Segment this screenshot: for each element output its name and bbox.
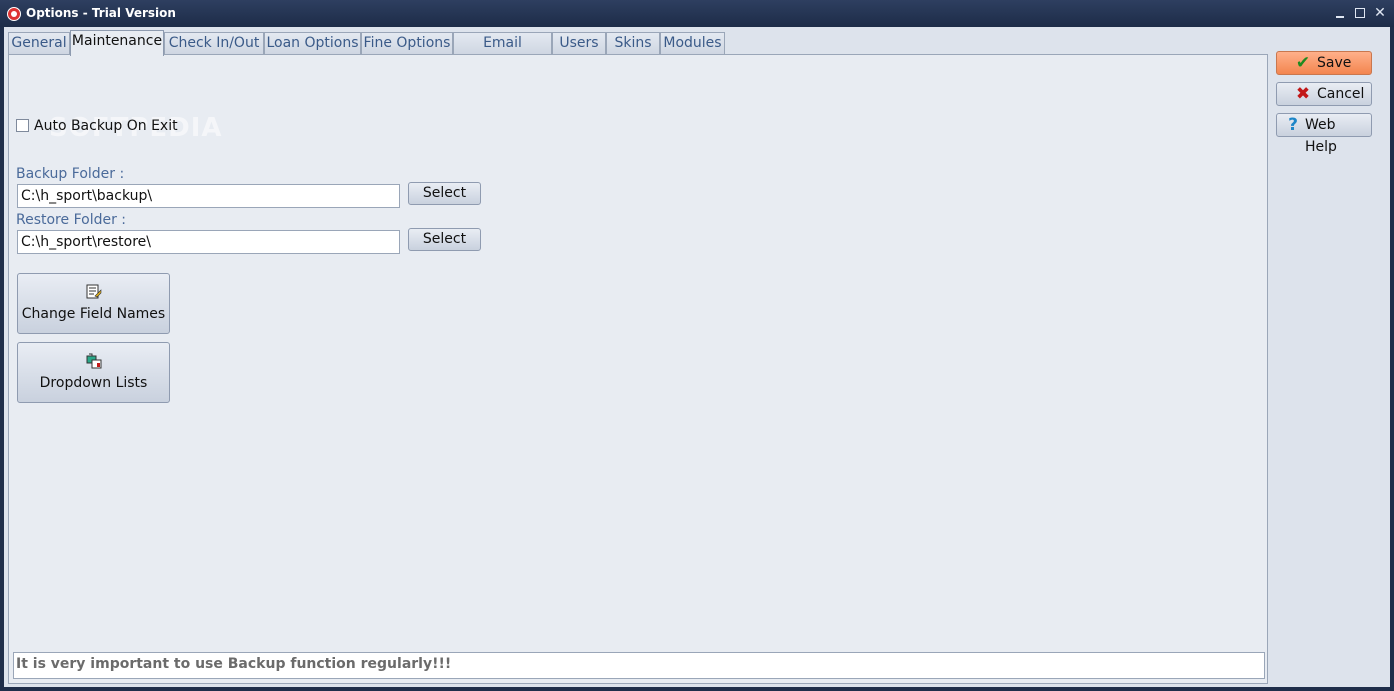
restore-select-button[interactable]: Select: [408, 228, 481, 251]
change-field-names-label: Change Field Names: [21, 306, 166, 322]
tab-check-in-out[interactable]: Check In/Out: [164, 32, 264, 54]
close-button[interactable]: ✕: [1372, 4, 1388, 22]
minimize-button[interactable]: [1332, 4, 1348, 22]
backup-folder-label: Backup Folder :: [16, 166, 125, 182]
options-window: Options - Trial Version ✕ General Mainte…: [0, 0, 1394, 691]
tab-loan-options[interactable]: Loan Options: [264, 32, 361, 54]
auto-backup-checkbox[interactable]: [16, 119, 29, 132]
maintenance-panel: SOFTPEDIA Auto Backup On Exit Backup Fol…: [8, 54, 1268, 684]
tab-modules[interactable]: Modules: [660, 32, 725, 54]
backup-notice: It is very important to use Backup funct…: [13, 652, 1265, 679]
maximize-button[interactable]: [1352, 4, 1368, 22]
change-field-names-button[interactable]: Change Field Names: [17, 273, 170, 334]
tab-maintenance[interactable]: Maintenance: [70, 30, 164, 56]
tab-users[interactable]: Users: [552, 32, 606, 54]
restore-folder-input[interactable]: [17, 230, 400, 254]
tab-fine-options[interactable]: Fine Options: [361, 32, 453, 54]
restore-folder-label: Restore Folder :: [16, 212, 127, 228]
save-label: Save: [1317, 55, 1352, 71]
cancel-label: Cancel: [1317, 86, 1365, 102]
dropdown-lists-label: Dropdown Lists: [39, 375, 148, 391]
checkmark-icon: ✔: [1295, 53, 1311, 73]
cross-icon: ✖: [1295, 84, 1311, 104]
app-logo-icon: [7, 7, 21, 21]
cancel-button[interactable]: ✖ Cancel: [1276, 82, 1372, 106]
dropdown-lists-button[interactable]: Dropdown Lists: [17, 342, 170, 403]
field-names-icon: [86, 284, 102, 299]
tab-general[interactable]: General: [8, 32, 70, 54]
window-title: Options - Trial Version: [26, 6, 176, 20]
client-area: General Maintenance Check In/Out Loan Op…: [4, 27, 1390, 687]
backup-folder-input[interactable]: [17, 184, 400, 208]
tab-skins[interactable]: Skins: [606, 32, 660, 54]
question-mark-icon: ?: [1288, 115, 1298, 135]
title-bar: Options - Trial Version ✕: [0, 0, 1394, 27]
save-button[interactable]: ✔ Save: [1276, 51, 1372, 75]
auto-backup-label: Auto Backup On Exit: [34, 118, 178, 134]
web-help-label: Web Help: [1305, 117, 1337, 155]
web-help-button[interactable]: ? Web Help: [1276, 113, 1372, 155]
dropdown-lists-icon: [86, 353, 102, 369]
backup-select-button[interactable]: Select: [408, 182, 481, 205]
tab-email-options[interactable]: Email Options: [453, 32, 552, 72]
